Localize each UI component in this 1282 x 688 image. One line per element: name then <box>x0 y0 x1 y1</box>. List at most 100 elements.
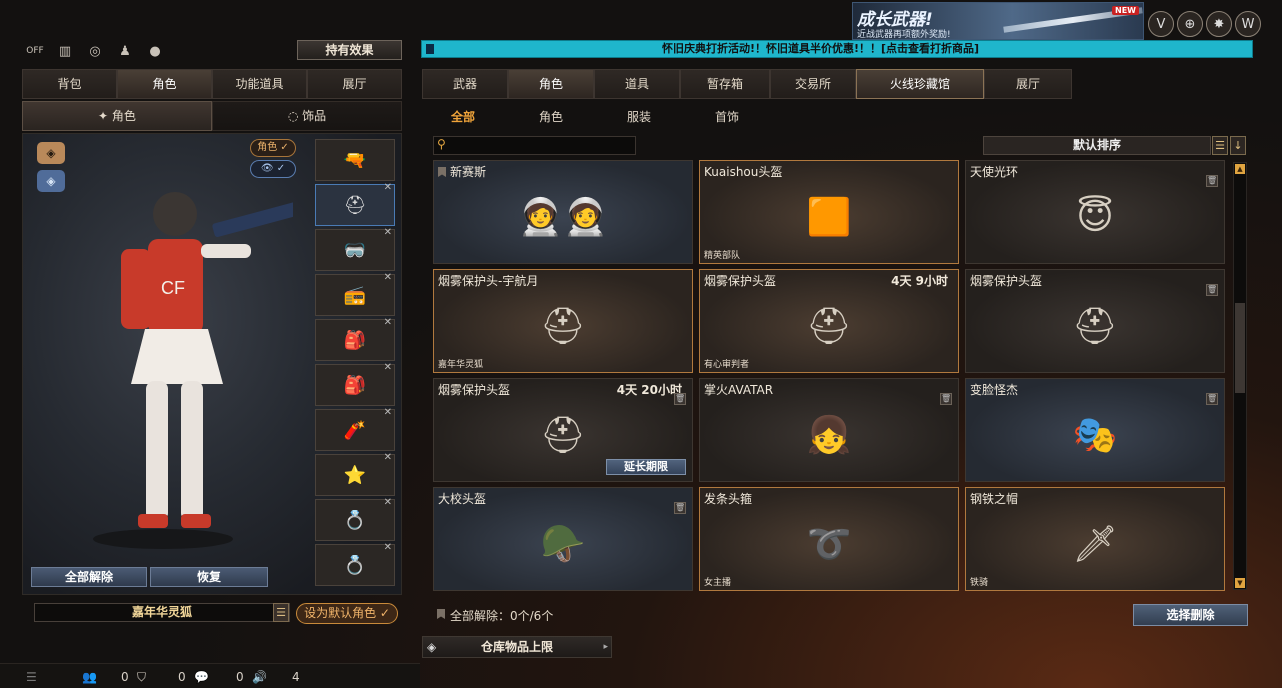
trash-icon[interactable]: 🗑 <box>674 393 686 405</box>
unlock-all-button[interactable]: 全部解除 <box>31 567 147 587</box>
item-card[interactable]: Kuaishou头盔 🟧 精英部队 <box>699 160 959 264</box>
select-delete-button[interactable]: 选择删除 <box>1133 604 1248 626</box>
item-card[interactable]: 烟雾保护头-宇航月 ⛑ 嘉年华灵狐 <box>433 269 693 373</box>
tab-temp-box[interactable]: 暂存箱 <box>680 69 770 99</box>
remove-icon[interactable]: ✕ <box>384 542 392 553</box>
storage-limit-label: 仓库物品上限 <box>480 640 553 654</box>
remove-icon[interactable]: ✕ <box>384 362 392 373</box>
list-view-icon[interactable]: ☰ <box>1212 136 1228 155</box>
sort-arrow-icon[interactable]: ↓ <box>1230 136 1246 155</box>
item-image: ➰ <box>806 524 852 565</box>
filter-roles[interactable]: 角色 <box>539 108 563 125</box>
tab-exchange[interactable]: 交易所 <box>770 69 856 99</box>
slot-goggles[interactable]: 🥽 ✕ <box>315 227 395 271</box>
friends-icon[interactable]: 👥 <box>82 670 97 684</box>
item-name: 烟雾保护头盔 <box>438 383 511 397</box>
item-card[interactable]: 烟雾保护头盔 4天 20小时 🗑 ⛑ 延长期限 <box>433 378 693 482</box>
remove-icon[interactable]: ✕ <box>384 497 392 508</box>
list-icon[interactable]: ☰ <box>26 670 37 684</box>
item-card[interactable]: 掌火AVATAR 🗑 👧 <box>699 378 959 482</box>
filter-jewelry[interactable]: 首饰 <box>715 108 739 125</box>
tab-weapons[interactable]: 武器 <box>422 69 508 99</box>
trash-icon[interactable]: 🗑 <box>1206 175 1218 187</box>
filter-all[interactable]: 全部 <box>451 108 475 125</box>
item-scrollbar[interactable]: ▲ ▼ <box>1233 162 1247 590</box>
item-card[interactable]: 新赛斯 🧑‍🚀🧑‍🚀 <box>433 160 693 264</box>
set-default-character-button[interactable]: 设为默认角色 ✓ <box>296 603 398 624</box>
scroll-thumb[interactable] <box>1235 303 1245 393</box>
extend-period-button[interactable]: 延长期限 <box>606 459 686 475</box>
tab-function-items[interactable]: 功能道具 <box>212 69 307 99</box>
chat-icon[interactable]: 💬 <box>194 670 209 684</box>
remove-icon[interactable]: ✕ <box>384 407 392 418</box>
trash-icon[interactable]: 🗑 <box>1206 393 1218 405</box>
tab-collection-hall[interactable]: 火线珍藏馆 <box>856 69 984 99</box>
radar-icon[interactable]: ◎ <box>84 40 106 62</box>
slot-radio[interactable]: 📻 ✕ <box>315 272 395 316</box>
tab-character[interactable]: 角色 <box>117 69 212 99</box>
remove-icon[interactable]: ✕ <box>384 182 392 193</box>
item-card[interactable]: 钢铁之帽 🗡 铁骑 <box>965 487 1225 591</box>
promo-marquee[interactable]: 怀旧庆典打折活动!！怀旧道具半价优惠!！！[点击查看打折商品] <box>421 40 1253 58</box>
filter-clothing[interactable]: 服装 <box>627 108 651 125</box>
holding-effect-button[interactable]: 持有效果 <box>297 40 402 60</box>
role-toggle[interactable]: 角色 ✓ <box>250 139 296 157</box>
slot-ring-blue[interactable]: 💍 ✕ <box>315 542 395 586</box>
power-off-icon[interactable]: OFF <box>24 40 46 62</box>
grenade-icon[interactable]: ● <box>144 40 166 62</box>
tab-items[interactable]: 道具 <box>594 69 680 99</box>
item-name: 天使光环 <box>970 165 1019 179</box>
storage-limit-bar[interactable]: ◈ 仓库物品上限 ▸ <box>422 636 612 658</box>
scroll-up-icon[interactable]: ▲ <box>1235 164 1245 174</box>
starburst-icon[interactable]: ✸ <box>1206 11 1232 37</box>
item-card[interactable]: 烟雾保护头盔 4天 9小时 ⛑ 有心审判者 <box>699 269 959 373</box>
podium-icon[interactable]: ▥ <box>54 40 76 62</box>
shield-icon[interactable]: ⛉ <box>137 670 146 685</box>
remove-icon[interactable]: ✕ <box>384 452 392 463</box>
unlock-count: 全部解除：0个/6个 <box>450 609 554 623</box>
w-logo-icon[interactable]: W <box>1235 11 1261 37</box>
menu-icon[interactable]: ☰ <box>273 603 289 622</box>
slot-weapon[interactable]: 🔫 <box>315 139 395 181</box>
subtab-character[interactable]: ✦ 角色 <box>22 101 212 131</box>
slot-ammo[interactable]: 🧨 ✕ <box>315 407 395 451</box>
character-name-field[interactable]: 嘉年华灵狐 <box>34 603 290 622</box>
slot-helmet[interactable]: ⛑ ✕ <box>315 182 395 226</box>
trash-icon[interactable]: 🗑 <box>674 502 686 514</box>
map-badge-blue-icon[interactable]: ◈ <box>37 170 65 192</box>
item-name: 掌火AVATAR <box>704 383 774 397</box>
user-add-icon[interactable]: ♟ <box>114 40 136 62</box>
item-image: 🧑‍🚀🧑‍🚀 <box>518 197 608 238</box>
trash-icon[interactable]: 🗑 <box>940 393 952 405</box>
tab-backpack[interactable]: 背包 <box>22 69 117 99</box>
slot-backpack[interactable]: 🎒 ✕ <box>315 317 395 361</box>
remove-icon[interactable]: ✕ <box>384 227 392 238</box>
item-card[interactable]: 大校头盔 🗑 🪖 <box>433 487 693 591</box>
growth-weapon-banner[interactable]: 成长武器! 近战武器再项额外奖励! NEW <box>852 2 1144 40</box>
subtab-accessories[interactable]: ◌ 饰品 <box>212 101 402 131</box>
slot-badge[interactable]: ⭐ ✕ <box>315 452 395 496</box>
v-shield-icon[interactable]: V <box>1148 11 1174 37</box>
speaker-icon[interactable]: 🔊 <box>252 670 267 684</box>
tab-showroom[interactable]: 展厅 <box>307 69 402 99</box>
sort-select[interactable]: 默认排序 <box>983 136 1211 155</box>
crosshair-icon[interactable]: ⊕ <box>1177 11 1203 37</box>
tab-right-showroom[interactable]: 展厅 <box>984 69 1072 99</box>
item-card[interactable]: 变脸怪杰 🗑 🎭 <box>965 378 1225 482</box>
restore-button[interactable]: 恢复 <box>150 567 268 587</box>
tab-roles[interactable]: 角色 <box>508 69 594 99</box>
remove-icon[interactable]: ✕ <box>384 317 392 328</box>
item-card[interactable]: 烟雾保护头盔 🗑 ⛑ <box>965 269 1225 373</box>
slot-pouch[interactable]: 🎒 ✕ <box>315 362 395 406</box>
search-input[interactable]: ⚲ <box>433 136 636 155</box>
item-card[interactable]: 天使光环 🗑 😇 <box>965 160 1225 264</box>
item-time-left: 4天 9小时 <box>891 274 948 288</box>
slot-ring-gold[interactable]: 💍 ✕ <box>315 497 395 541</box>
item-image: 🎭 <box>1072 415 1118 456</box>
item-card[interactable]: 发条头箍 ➰ 女主播 <box>699 487 959 591</box>
map-badge-icon[interactable]: ◈ <box>37 142 65 164</box>
bookmark-icon[interactable] <box>438 167 446 177</box>
scroll-down-icon[interactable]: ▼ <box>1235 578 1245 588</box>
remove-icon[interactable]: ✕ <box>384 272 392 283</box>
trash-icon[interactable]: 🗑 <box>1206 284 1218 296</box>
